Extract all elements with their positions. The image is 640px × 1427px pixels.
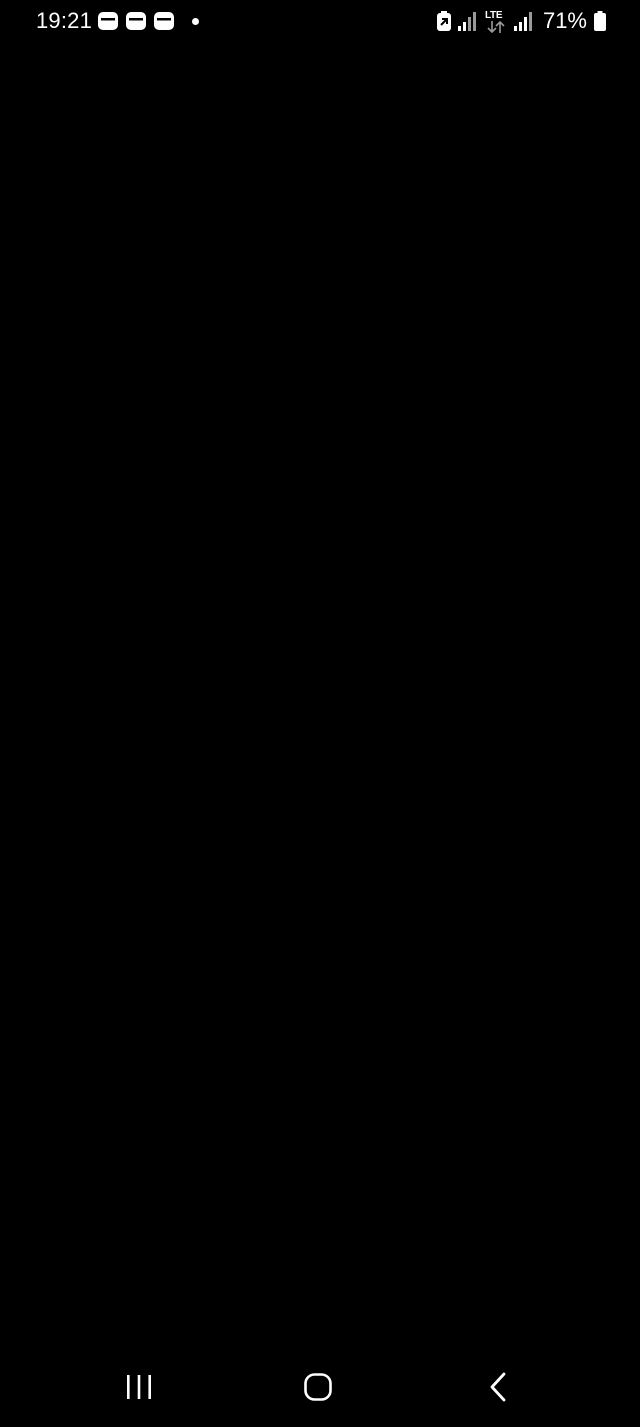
data-activity-arrows-icon	[487, 21, 505, 33]
system-icons: LTE 71%	[436, 7, 606, 35]
signal-strength-icon	[513, 12, 532, 31]
back-icon	[490, 1372, 506, 1402]
lte-icon: LTE	[485, 9, 507, 33]
app-notification-icon	[154, 12, 174, 30]
app-notification-icon	[126, 12, 146, 30]
app-notification-icon	[98, 12, 118, 30]
recents-icon	[127, 1375, 151, 1399]
lte-label: LTE	[484, 10, 503, 21]
battery-saver-icon	[436, 11, 451, 31]
recents-button[interactable]	[99, 1347, 179, 1427]
home-button[interactable]	[278, 1347, 358, 1427]
battery-icon	[594, 11, 606, 31]
home-icon	[304, 1373, 332, 1401]
signal-strength-icon	[457, 12, 476, 31]
more-notifications-dot-icon	[192, 17, 199, 25]
status-time: 19:21	[36, 8, 93, 33]
phone-screen: 19:21 LTE 71%	[0, 0, 640, 1427]
navigation-bar	[0, 1347, 640, 1427]
battery-percentage: 71%	[542, 8, 587, 33]
notification-icons	[98, 12, 199, 30]
status-bar: 19:21 LTE 71%	[0, 0, 640, 44]
back-button[interactable]	[458, 1347, 538, 1427]
